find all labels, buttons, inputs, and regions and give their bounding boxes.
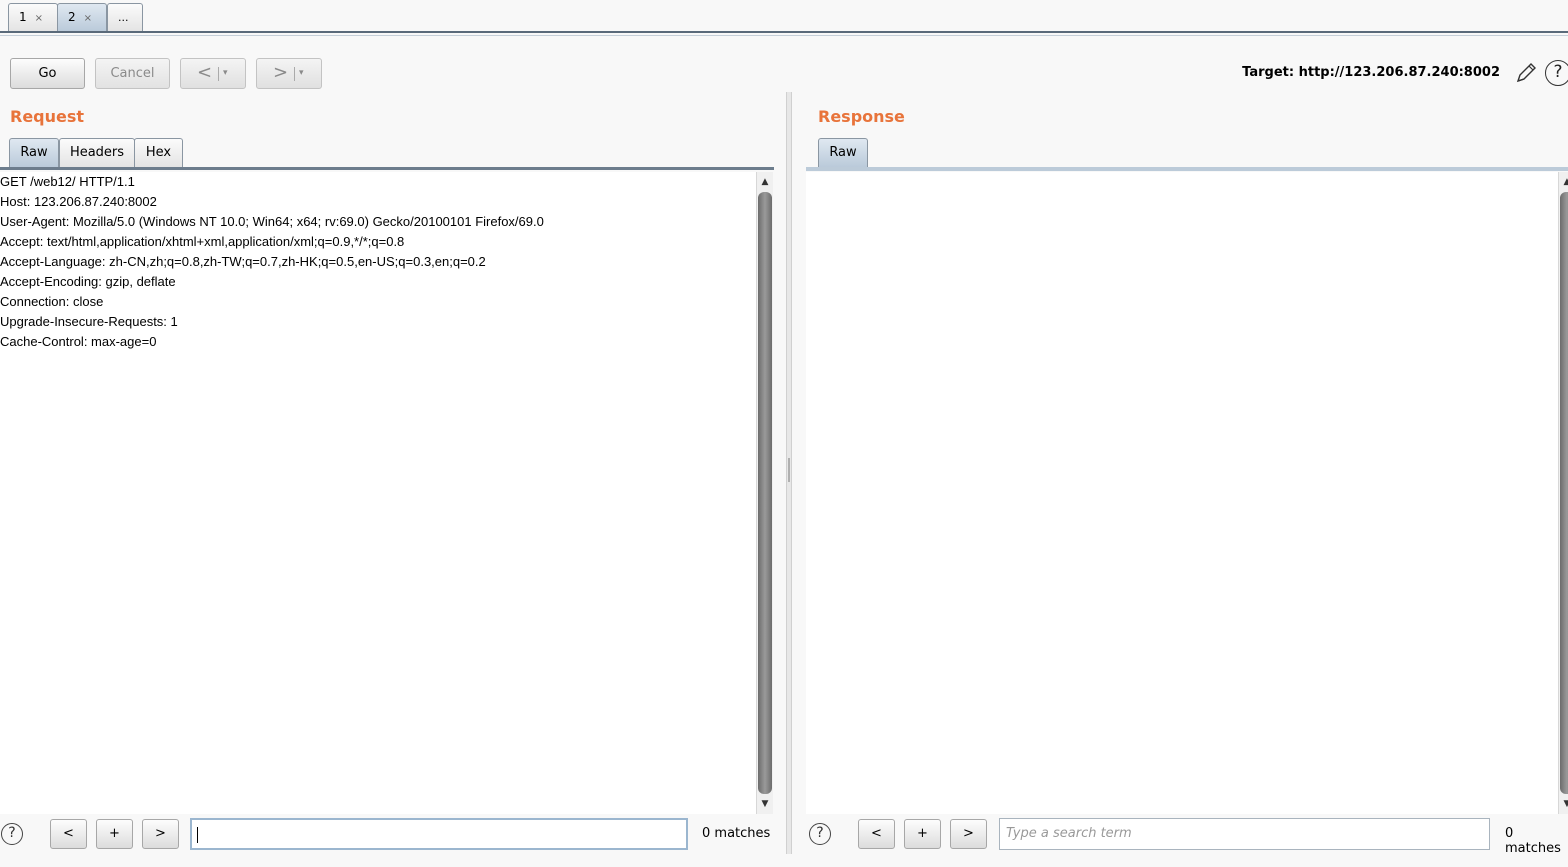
back-button[interactable]: < ▾ — [180, 58, 246, 89]
request-line: Accept-Language: zh-CN,zh;q=0.8,zh-TW;q=… — [0, 254, 486, 269]
request-line: User-Agent: Mozilla/5.0 (Windows NT 10.0… — [0, 214, 544, 229]
cancel-button[interactable]: Cancel — [95, 58, 170, 89]
response-search-input[interactable]: Type a search term — [999, 818, 1490, 850]
scroll-thumb[interactable] — [758, 192, 772, 794]
response-title: Response — [818, 107, 905, 126]
request-line: Upgrade-Insecure-Requests: 1 — [0, 314, 178, 329]
chevron-left-icon: < — [197, 62, 213, 83]
help-icon[interactable]: ? — [1545, 60, 1568, 86]
request-match-count: 0 matches — [702, 826, 771, 841]
forward-button[interactable]: > ▾ — [256, 58, 322, 89]
scroll-thumb[interactable] — [1560, 192, 1568, 794]
separator — [218, 67, 219, 81]
close-icon[interactable]: × — [35, 13, 43, 24]
response-tab-divider — [806, 167, 1568, 171]
splitter-grip[interactable] — [788, 458, 790, 482]
search-prev-button[interactable]: < — [858, 819, 895, 849]
tab-hex[interactable]: Hex — [134, 138, 183, 168]
request-line: Accept: text/html,application/xhtml+xml,… — [0, 234, 405, 249]
chevron-down-icon[interactable]: ▾ — [299, 59, 304, 87]
help-icon[interactable]: ? — [809, 823, 831, 845]
scroll-up-icon[interactable]: ▲ — [1559, 174, 1568, 190]
request-line: Host: 123.206.87.240:8002 — [0, 194, 157, 209]
tab-bar-divider-light — [0, 35, 1568, 36]
repeater-tab-bar: 1 × 2 × ... — [0, 0, 1568, 38]
text-caret — [197, 827, 198, 843]
pane-splitter[interactable] — [786, 92, 792, 854]
search-next-button[interactable]: > — [950, 819, 987, 849]
search-add-button[interactable]: + — [96, 819, 133, 849]
request-scrollbar[interactable]: ▲ ▼ — [756, 172, 773, 814]
close-icon[interactable]: × — [84, 13, 92, 24]
request-title: Request — [10, 107, 85, 126]
target-label: Target: http://123.206.87.240:8002 — [1242, 65, 1500, 80]
request-line: Cache-Control: max-age=0 — [0, 334, 157, 349]
chevron-down-icon[interactable]: ▾ — [223, 59, 228, 87]
request-line: Connection: close — [0, 294, 104, 309]
tab-headers[interactable]: Headers — [59, 138, 135, 168]
search-next-button[interactable]: > — [142, 819, 179, 849]
request-tab-divider — [0, 167, 774, 170]
search-prev-button[interactable]: < — [50, 819, 87, 849]
scroll-up-icon[interactable]: ▲ — [757, 174, 773, 190]
status-bar — [0, 858, 1568, 867]
request-line: GET /web12/ HTTP/1.1 — [0, 174, 135, 189]
request-line: Accept-Encoding: gzip, deflate — [0, 274, 176, 289]
tab-raw[interactable]: Raw — [818, 138, 868, 168]
repeater-tab-1[interactable]: 1 × — [8, 3, 58, 32]
search-add-button[interactable]: + — [904, 819, 941, 849]
request-search-input[interactable] — [190, 818, 688, 850]
separator — [294, 67, 295, 81]
tab-label: 1 — [19, 10, 27, 24]
new-tab-button[interactable]: ... — [107, 3, 143, 32]
scroll-down-icon[interactable]: ▼ — [757, 796, 773, 812]
repeater-tab-2[interactable]: 2 × — [57, 3, 107, 32]
tab-bar-divider — [0, 31, 1568, 33]
tab-label: 2 — [68, 10, 76, 24]
help-icon[interactable]: ? — [1, 823, 23, 845]
chevron-right-icon: > — [273, 62, 289, 83]
response-editor[interactable] — [806, 172, 1558, 814]
response-match-count: 0 matches — [1505, 826, 1561, 856]
response-scrollbar[interactable]: ▲ ▼ — [1558, 172, 1568, 814]
edit-target-icon[interactable] — [1514, 61, 1538, 85]
tab-raw[interactable]: Raw — [9, 138, 59, 168]
scroll-down-icon[interactable]: ▼ — [1559, 796, 1568, 812]
request-editor[interactable]: GET /web12/ HTTP/1.1 Host: 123.206.87.24… — [0, 172, 756, 814]
go-button[interactable]: Go — [10, 58, 85, 89]
